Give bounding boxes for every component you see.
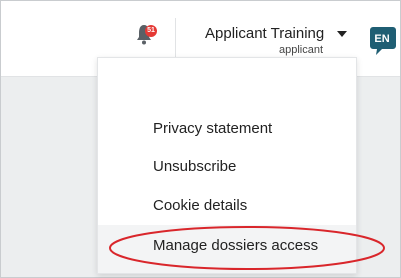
user-dropdown-menu: Privacy statement Unsubscribe Cookie det… — [97, 57, 357, 274]
user-role: applicant — [279, 44, 324, 56]
language-code: EN — [374, 33, 390, 45]
notification-badge: 51 — [145, 25, 157, 37]
header-divider — [175, 18, 176, 58]
menu-item-cookie-details[interactable]: Cookie details — [153, 197, 247, 214]
caret-down-icon[interactable] — [337, 31, 347, 37]
menu-item-privacy-statement[interactable]: Privacy statement — [153, 120, 272, 137]
language-selector[interactable]: EN — [370, 26, 398, 56]
menu-item-manage-dossiers-access[interactable]: Manage dossiers access — [153, 237, 318, 254]
user-menu-toggle[interactable]: Applicant Training — [205, 25, 324, 42]
menu-item-unsubscribe[interactable]: Unsubscribe — [153, 158, 236, 175]
